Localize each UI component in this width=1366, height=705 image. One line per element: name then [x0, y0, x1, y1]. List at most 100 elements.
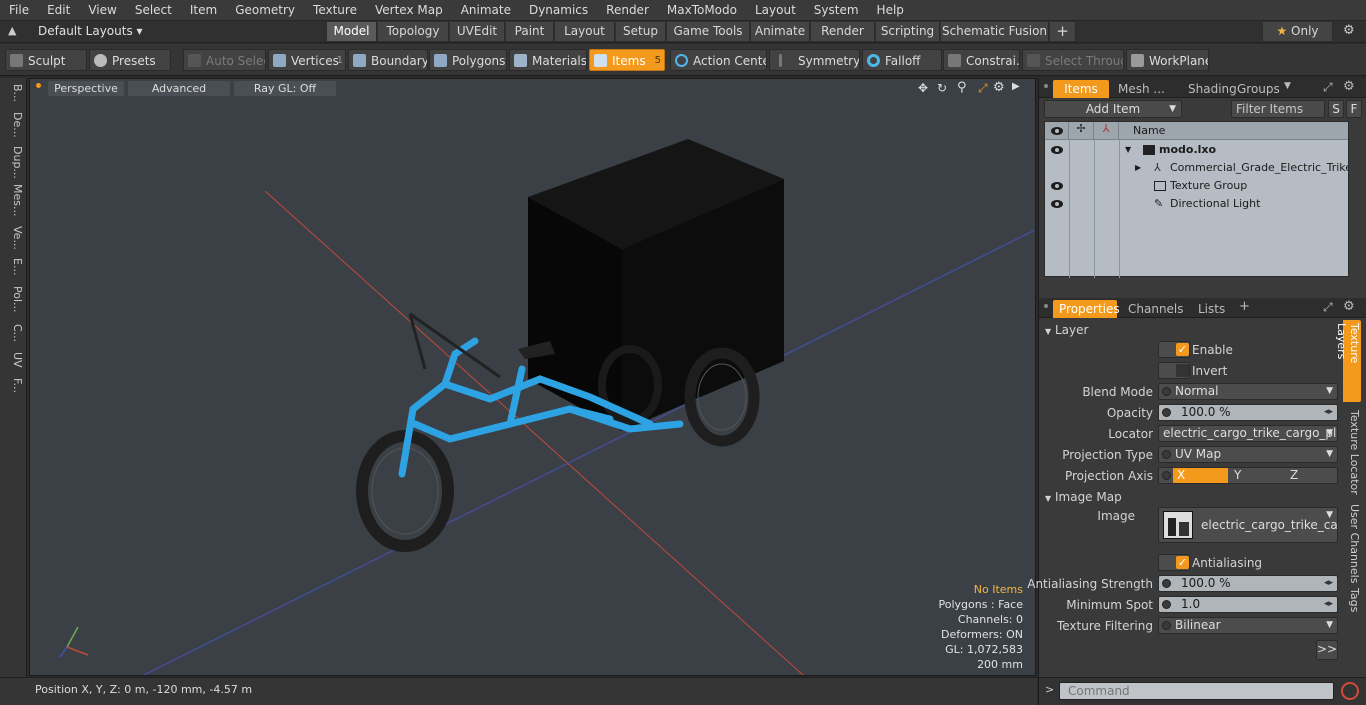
slider-icon[interactable]: ◂▸ [1324, 576, 1333, 591]
materials-button[interactable]: Materials [509, 49, 587, 71]
record-icon[interactable] [1341, 682, 1359, 700]
tree-row-texture-group[interactable]: Texture Group [1045, 177, 1348, 195]
tab-model[interactable]: Model [327, 22, 377, 41]
workplane-button[interactable]: WorkPlane [1126, 49, 1209, 71]
perspective-dropdown[interactable]: Perspective [48, 81, 124, 96]
add-tab-icon[interactable]: + [1239, 299, 1250, 314]
tree-row-mesh[interactable]: ▶ ⅄ Commercial_Grade_Electric_Trike_... [1045, 159, 1348, 177]
viewport-gear-icon[interactable]: ⚙ [993, 80, 1005, 95]
channel-dot-icon[interactable] [1162, 408, 1171, 417]
visibility-column-header[interactable] [1045, 122, 1069, 140]
add-tab-icon[interactable]: + [1050, 22, 1076, 41]
eye-icon[interactable] [1051, 200, 1063, 208]
presets-button[interactable]: Presets [89, 49, 171, 71]
side-tab-tags[interactable]: Tags [1343, 588, 1361, 612]
name-column-header[interactable]: Name [1133, 124, 1165, 137]
invert-checkbox[interactable] [1158, 362, 1190, 379]
lock-column-header[interactable]: ✢ [1069, 122, 1094, 140]
sculpt-button[interactable]: Sculpt [5, 49, 87, 71]
min-spot-field[interactable]: 1.0 ◂▸ [1158, 596, 1338, 613]
strip-tab-curve[interactable]: C... [2, 324, 24, 342]
side-tab-user-channels[interactable]: User Channels [1343, 504, 1361, 583]
strip-tab-edge[interactable]: E... [2, 258, 24, 275]
tab-topology[interactable]: Topology [378, 22, 449, 41]
maximize-view-icon[interactable]: ⤢ [978, 81, 988, 96]
tab-paint[interactable]: Paint [506, 22, 554, 41]
strip-tab-deform[interactable]: De... [2, 112, 24, 138]
menu-system[interactable]: System [805, 3, 868, 17]
expand-arrow-icon[interactable]: ▶ [1135, 159, 1141, 177]
viewport-dot-icon[interactable] [36, 83, 41, 88]
axis-z-button[interactable]: Z [1287, 468, 1337, 483]
aa-strength-field[interactable]: 100.0 % ◂▸ [1158, 575, 1338, 592]
channel-dot-icon[interactable] [1162, 471, 1171, 480]
tab-scripting[interactable]: Scripting [876, 22, 940, 41]
locator-dropdown[interactable]: electric_cargo_trike_cargo_plat...▼ [1158, 425, 1338, 442]
vertices-button[interactable]: Vertices 1 [268, 49, 346, 71]
more-button[interactable]: >> [1316, 640, 1338, 660]
strip-tab-polygon[interactable]: Pol... [2, 286, 24, 313]
tab-groups[interactable]: Groups [1231, 80, 1286, 98]
tab-lists[interactable]: Lists [1192, 300, 1231, 318]
slider-icon[interactable]: ◂▸ [1324, 405, 1333, 420]
opacity-field[interactable]: 100.0 % ◂▸ [1158, 404, 1338, 421]
tab-game-tools[interactable]: Game Tools [667, 22, 750, 41]
menu-vertex-map[interactable]: Vertex Map [366, 3, 452, 17]
texture-filtering-dropdown[interactable]: Bilinear ▼ [1158, 617, 1338, 634]
collapse-icon[interactable]: ▲ [8, 24, 16, 37]
panel-gear-icon[interactable]: ⚙ [1343, 299, 1355, 314]
menu-edit[interactable]: Edit [38, 3, 79, 17]
panel-maximize-icon[interactable]: ⤢ [1323, 300, 1333, 315]
side-tab-texture-locator[interactable]: Texture Locator [1343, 410, 1361, 495]
menu-animate[interactable]: Animate [452, 3, 520, 17]
side-tab-texture-layers[interactable]: Texture Layers [1335, 320, 1361, 402]
channel-dot-icon[interactable] [1162, 450, 1171, 459]
menu-view[interactable]: View [79, 3, 125, 17]
add-item-button[interactable]: Add Item ▼ [1044, 100, 1182, 118]
tab-setup[interactable]: Setup [616, 22, 666, 41]
strip-tab-fusion[interactable]: F... [2, 378, 24, 393]
boundary-button[interactable]: Boundary [348, 49, 428, 71]
channel-dot-icon[interactable] [1162, 387, 1171, 396]
rotate-view-icon[interactable]: ↻ [937, 81, 947, 95]
layer-section-header[interactable]: ▼ Layer [1045, 323, 1338, 338]
projection-type-dropdown[interactable]: UV Map ▼ [1158, 446, 1338, 463]
layout-selector[interactable]: Default Layouts ▾ [38, 24, 143, 38]
tree-row-scene[interactable]: ▼ modo.lxo [1045, 141, 1348, 159]
strip-tab-basic[interactable]: B... [2, 84, 24, 102]
filter-s-button[interactable]: S [1328, 100, 1344, 118]
tab-layout[interactable]: Layout [555, 22, 615, 41]
falloff-button[interactable]: Falloff [862, 49, 942, 71]
select-through-button[interactable]: Select Through [1022, 49, 1124, 71]
symmetry-button[interactable]: Symmetry [769, 49, 860, 71]
slider-icon[interactable]: ◂▸ [1324, 597, 1333, 612]
menu-select[interactable]: Select [126, 3, 181, 17]
image-selector[interactable]: electric_cargo_trike_ca... ▼ [1158, 507, 1338, 543]
raygl-dropdown[interactable]: Ray GL: Off [234, 81, 336, 96]
menu-help[interactable]: Help [868, 3, 913, 17]
axis-y-button[interactable]: Y [1231, 468, 1286, 483]
only-button[interactable]: ★ Only [1263, 22, 1333, 41]
zoom-view-icon[interactable]: ⚲ [957, 80, 967, 95]
menu-item[interactable]: Item [181, 3, 226, 17]
tab-channels[interactable]: Channels [1122, 300, 1190, 318]
channel-dot-icon[interactable] [1162, 600, 1171, 609]
menu-dynamics[interactable]: Dynamics [520, 3, 597, 17]
channel-dot-icon[interactable] [1162, 579, 1171, 588]
tree-row-light[interactable]: ✎ Directional Light [1045, 195, 1348, 213]
antialiasing-checkbox[interactable]: ✓ [1158, 554, 1190, 571]
blend-mode-dropdown[interactable]: Normal ▼ [1158, 383, 1338, 400]
expand-arrow-icon[interactable]: ▼ [1125, 141, 1131, 159]
tab-animate[interactable]: Animate [751, 22, 810, 41]
image-map-section-header[interactable]: ▼ Image Map [1045, 490, 1338, 505]
render-column-header[interactable]: ⅄ [1094, 122, 1119, 140]
tab-properties[interactable]: Properties [1053, 300, 1120, 318]
move-view-icon[interactable]: ✥ [918, 81, 928, 95]
3d-viewport[interactable]: Perspective Advanced Ray GL: Off ✥ ↻ ⚲ ⤢… [29, 78, 1036, 676]
tab-mesh[interactable]: Mesh ... [1112, 80, 1171, 98]
menu-texture[interactable]: Texture [304, 3, 366, 17]
strip-tab-uv[interactable]: UV [2, 352, 24, 368]
items-button[interactable]: Items 5 [589, 49, 665, 71]
panel-gear-icon[interactable]: ⚙ [1343, 79, 1355, 94]
menu-file[interactable]: File [0, 3, 38, 17]
